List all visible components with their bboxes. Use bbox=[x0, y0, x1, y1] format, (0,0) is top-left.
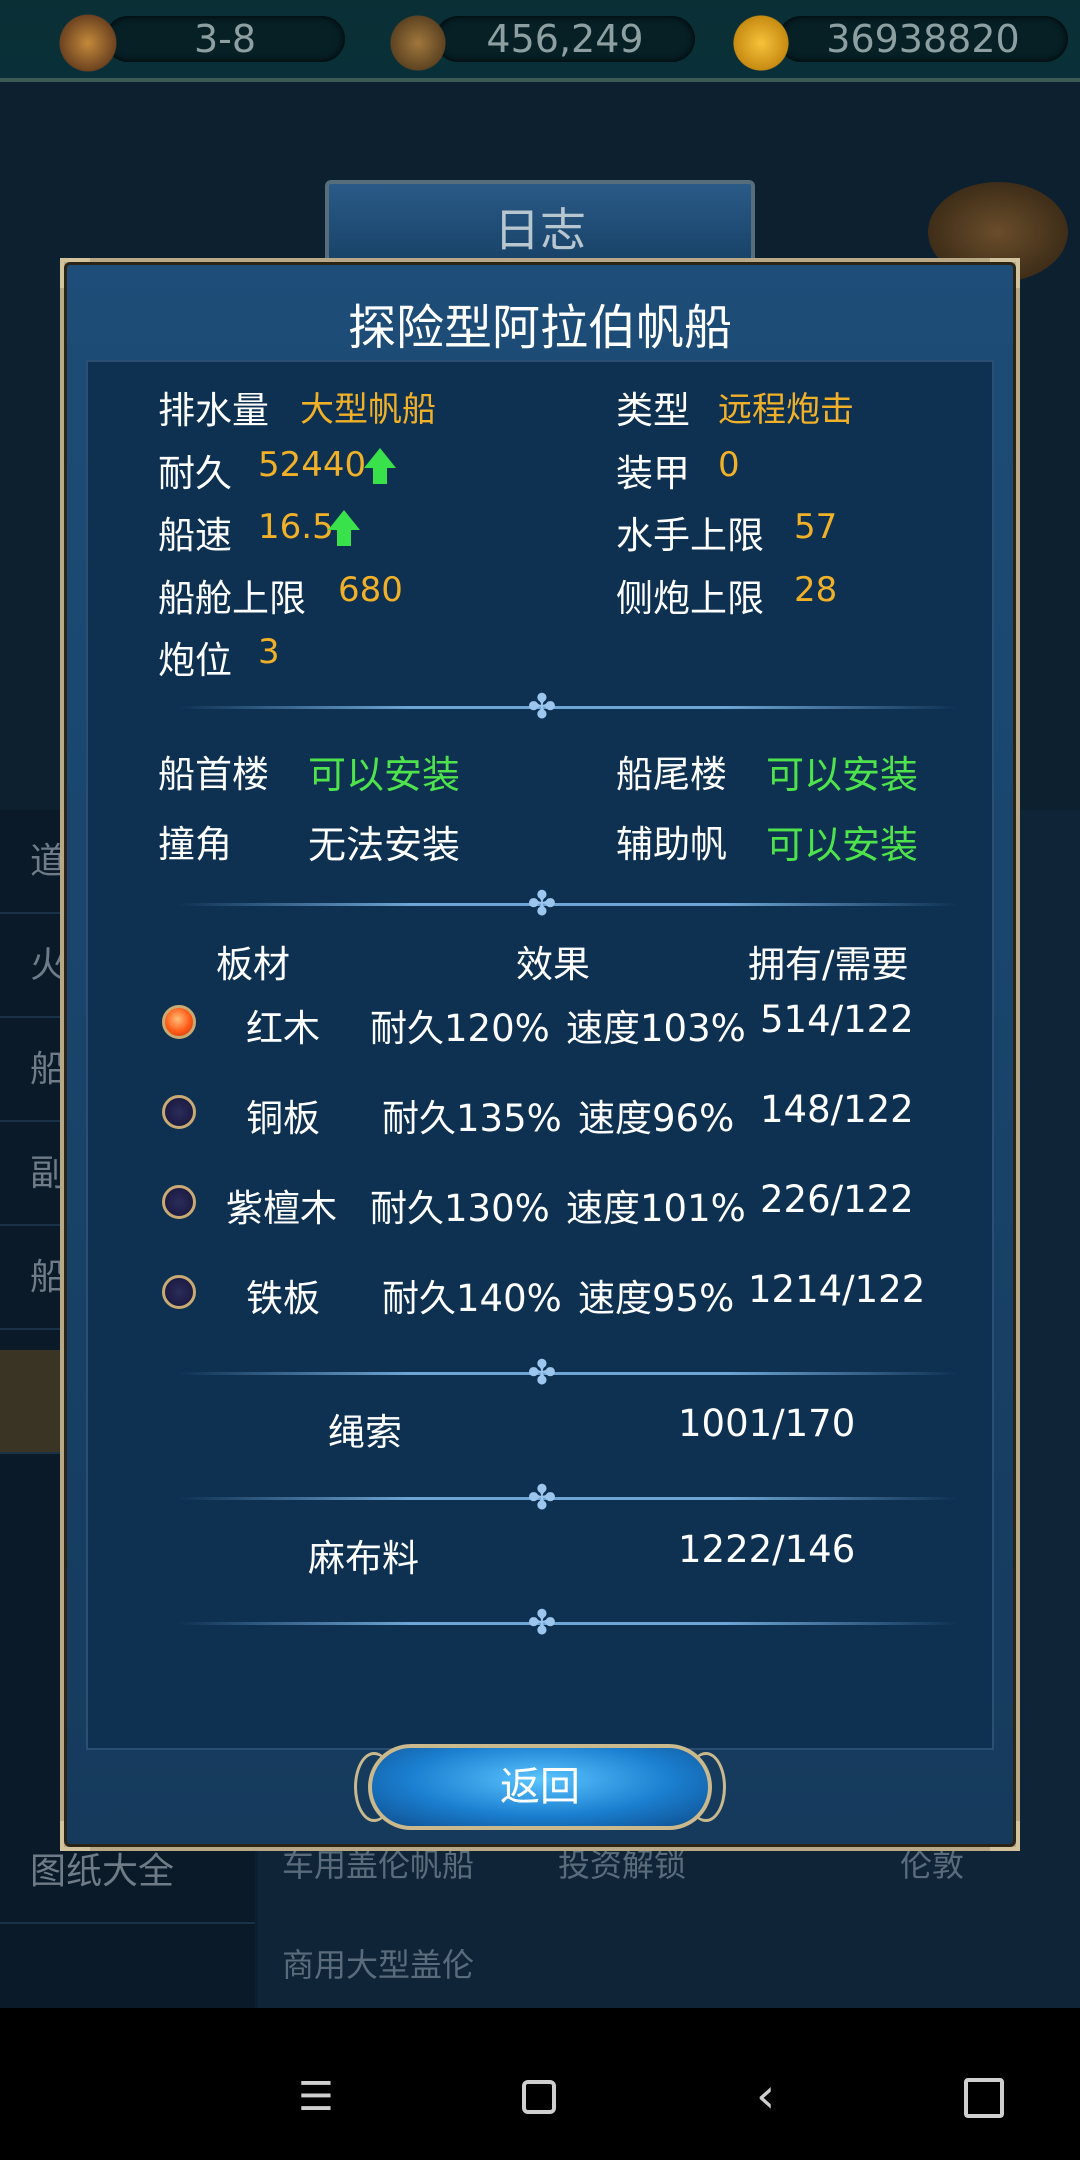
ram-status: 无法安装 bbox=[308, 823, 461, 867]
bow-label: 船首楼 bbox=[158, 753, 269, 796]
game-screen: { "topbar": { "stage": "3-8", "compass_v… bbox=[0, 0, 1080, 2160]
frame-corner bbox=[60, 258, 90, 288]
plank-durability: 耐久140% bbox=[382, 1277, 562, 1320]
type-label: 类型 bbox=[616, 389, 690, 432]
frame-corner bbox=[60, 1821, 90, 1851]
speed-value: 16.5 bbox=[258, 507, 334, 547]
stage-value: 3-8 bbox=[105, 16, 345, 62]
plank-header-material: 板材 bbox=[216, 943, 290, 986]
aux-sail-label: 辅助帆 bbox=[616, 823, 727, 866]
plank-header-effect: 效果 bbox=[516, 943, 590, 986]
divider bbox=[178, 1622, 958, 1625]
plank-radio[interactable] bbox=[162, 1095, 196, 1129]
armor-value: 0 bbox=[718, 445, 740, 485]
rope-label: 绳索 bbox=[328, 1411, 402, 1454]
ram-label: 撞角 bbox=[158, 823, 232, 866]
gun-slot-label: 炮位 bbox=[158, 639, 232, 682]
plank-durability: 耐久135% bbox=[382, 1097, 562, 1140]
frame-corner bbox=[990, 1821, 1020, 1851]
armor-label: 装甲 bbox=[616, 452, 690, 495]
plank-durability: 耐久130% bbox=[370, 1187, 550, 1230]
rope-count: 1001/170 bbox=[678, 1402, 856, 1445]
durability-label: 耐久 bbox=[158, 452, 232, 495]
up-arrow-icon bbox=[364, 448, 396, 484]
ship-name-title: 探险型阿拉伯帆船 bbox=[347, 300, 732, 356]
linen-count: 1222/146 bbox=[678, 1528, 856, 1571]
ornament-icon: ✤ bbox=[527, 1478, 557, 1518]
ornament-icon: ✤ bbox=[527, 1353, 557, 1393]
plank-radio-selected[interactable] bbox=[162, 1005, 196, 1039]
plank-durability: 耐久120% bbox=[370, 1007, 550, 1050]
sidegun-limit-label: 侧炮上限 bbox=[616, 577, 764, 620]
displacement-label: 排水量 bbox=[158, 389, 269, 432]
list-ship-name: 商用大型盖伦 bbox=[282, 1946, 475, 1984]
recent-apps-icon[interactable] bbox=[964, 2078, 1004, 2118]
divider bbox=[178, 706, 958, 709]
linen-label: 麻布料 bbox=[308, 1537, 419, 1580]
displacement-value: 大型帆船 bbox=[300, 390, 436, 430]
ornament-icon: ✤ bbox=[527, 1603, 557, 1643]
stage-counter: 3-8 bbox=[55, 10, 345, 76]
sailor-limit-value: 57 bbox=[794, 507, 838, 547]
ornament-icon: ✤ bbox=[527, 687, 557, 727]
gun-slot-value: 3 bbox=[258, 632, 280, 672]
plank-radio[interactable] bbox=[162, 1275, 196, 1309]
compass-value: 456,249 bbox=[435, 16, 695, 62]
ship-info-dialog: 探险型阿拉伯帆船 排水量 大型帆船 类型 远程炮击 耐久 52440 装甲 0 … bbox=[60, 258, 1020, 1851]
cabin-limit-label: 船舱上限 bbox=[158, 577, 306, 620]
plank-name: 红木 bbox=[246, 1007, 320, 1050]
durability-value: 52440 bbox=[258, 445, 367, 485]
back-button[interactable]: 返回 bbox=[368, 1744, 712, 1830]
plank-count: 226/122 bbox=[760, 1178, 914, 1221]
plank-name: 紫檀木 bbox=[226, 1187, 337, 1230]
frame-corner bbox=[990, 258, 1020, 288]
plank-speed: 速度103% bbox=[566, 1007, 746, 1050]
ship-info-panel: 排水量 大型帆船 类型 远程炮击 耐久 52440 装甲 0 船速 16.5 水… bbox=[86, 360, 994, 1750]
resource-bar: 3-8 456,249 36938820 bbox=[0, 0, 1080, 82]
coin-icon bbox=[728, 10, 794, 76]
plank-speed: 速度96% bbox=[578, 1097, 735, 1140]
sailor-limit-label: 水手上限 bbox=[616, 514, 764, 557]
divider bbox=[178, 903, 958, 906]
type-value: 远程炮击 bbox=[718, 390, 854, 430]
gold-counter: 36938820 bbox=[728, 10, 1068, 76]
plank-header-owned: 拥有/需要 bbox=[748, 943, 909, 986]
cabin-limit-value: 680 bbox=[338, 570, 403, 610]
ornament-icon: ✤ bbox=[527, 884, 557, 924]
hourglass-icon bbox=[55, 10, 121, 76]
menu-icon[interactable]: ☰ bbox=[298, 2074, 334, 2120]
plank-count: 514/122 bbox=[760, 998, 914, 1041]
bow-status: 可以安装 bbox=[308, 753, 461, 797]
stern-label: 船尾楼 bbox=[616, 753, 727, 796]
divider bbox=[178, 1497, 958, 1500]
divider bbox=[178, 1372, 958, 1375]
compass-icon bbox=[385, 10, 451, 76]
plank-radio[interactable] bbox=[162, 1185, 196, 1219]
stern-status: 可以安装 bbox=[766, 753, 919, 797]
speed-label: 船速 bbox=[158, 514, 232, 557]
plank-name: 铁板 bbox=[246, 1277, 320, 1320]
home-icon[interactable] bbox=[522, 2080, 556, 2114]
back-icon[interactable]: ‹ bbox=[756, 2068, 775, 2124]
compass-counter: 456,249 bbox=[385, 10, 695, 76]
plank-count: 148/122 bbox=[760, 1088, 914, 1131]
up-arrow-icon bbox=[328, 510, 360, 546]
plank-count: 1214/122 bbox=[748, 1268, 926, 1311]
plank-speed: 速度101% bbox=[566, 1187, 746, 1230]
sidegun-limit-value: 28 bbox=[794, 570, 838, 610]
plank-name: 铜板 bbox=[246, 1097, 320, 1140]
gold-value: 36938820 bbox=[778, 16, 1068, 62]
aux-sail-status: 可以安装 bbox=[766, 823, 919, 867]
plank-speed: 速度95% bbox=[578, 1277, 735, 1320]
